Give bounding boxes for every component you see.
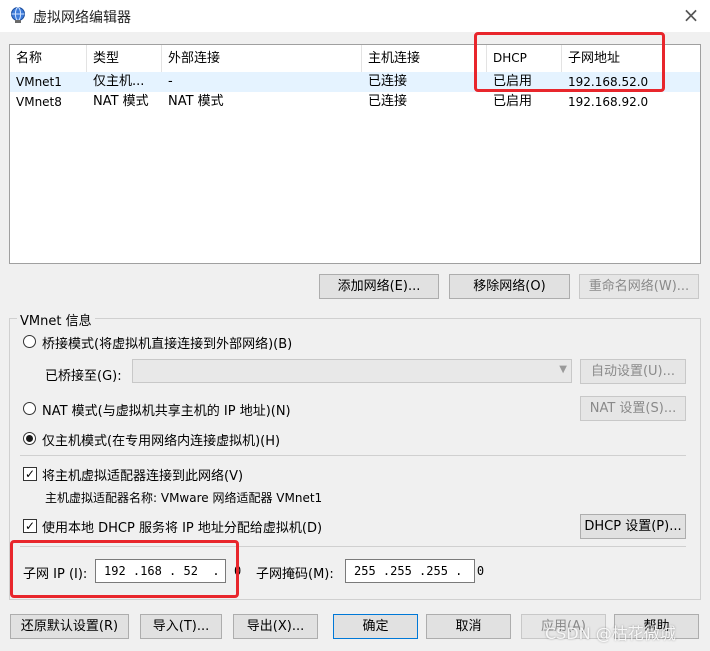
column-header-type[interactable]: 类型	[87, 45, 162, 72]
divider	[20, 455, 686, 456]
connect-adapter-checkbox[interactable]: ✓	[23, 467, 37, 481]
dhcp-checkbox[interactable]: ✓	[23, 519, 37, 533]
host-only-mode-radio[interactable]	[23, 432, 36, 445]
cancel-button[interactable]: 取消	[426, 614, 511, 639]
host-only-mode-label[interactable]: 仅主机模式(在专用网络内连接虚拟机)(H)	[42, 430, 280, 449]
remove-network-button[interactable]: 移除网络(O)	[449, 274, 570, 299]
table-row[interactable]: VMnet8 NAT 模式 NAT 模式 已连接 已启用 192.168.92.…	[10, 92, 700, 112]
ok-button[interactable]: 确定	[333, 614, 418, 639]
column-header-host[interactable]: 主机连接	[362, 45, 487, 72]
cell-external: NAT 模式	[168, 94, 224, 109]
cell-type: 仅主机...	[93, 74, 145, 89]
cell-external: -	[168, 74, 173, 89]
dhcp-settings-button[interactable]: DHCP 设置(P)...	[580, 514, 686, 539]
bridged-to-label: 已桥接至(G):	[45, 369, 122, 384]
add-network-button[interactable]: 添加网络(E)...	[319, 274, 439, 299]
chevron-down-icon: ▼	[559, 364, 567, 375]
subnet-mask-label: 子网掩码(M):	[256, 567, 334, 582]
rename-network-button[interactable]: 重命名网络(W)...	[579, 274, 699, 299]
connect-adapter-label[interactable]: 将主机虚拟适配器连接到此网络(V)	[42, 465, 243, 484]
cell-name: VMnet8	[16, 95, 62, 109]
nat-settings-button[interactable]: NAT 设置(S)...	[580, 396, 686, 421]
nat-mode-label[interactable]: NAT 模式(与虚拟机共享主机的 IP 地址)(N)	[42, 400, 291, 419]
restore-defaults-button[interactable]: 还原默认设置(R)	[10, 614, 129, 639]
adapter-name-label: 主机虚拟适配器名称: VMware 网络适配器 VMnet1	[45, 491, 323, 505]
vmnet-info-label: VMnet 信息	[17, 310, 95, 329]
dhcp-label[interactable]: 使用本地 DHCP 服务将 IP 地址分配给虚拟机(D)	[42, 517, 322, 536]
cell-type: NAT 模式	[93, 94, 149, 109]
window-title: 虚拟网络编辑器	[33, 10, 131, 26]
column-header-name[interactable]: 名称	[10, 45, 87, 72]
auto-settings-button[interactable]: 自动设置(U)...	[580, 359, 686, 384]
nat-mode-radio[interactable]	[23, 402, 36, 415]
cell-dhcp: 已启用	[493, 94, 533, 109]
cell-subnet: 192.168.92.0	[568, 95, 649, 109]
highlight-dhcp-subnet	[474, 32, 665, 92]
bridged-mode-label[interactable]: 桥接模式(将虚拟机直接连接到外部网络)(B)	[42, 333, 292, 352]
export-button[interactable]: 导出(X)...	[233, 614, 318, 639]
highlight-subnet-ip	[10, 540, 239, 598]
cell-host: 已连接	[368, 74, 408, 89]
cell-name: VMnet1	[16, 75, 62, 89]
subnet-mask-input[interactable]: 255 .255 .255 . 0	[345, 559, 484, 583]
bridged-to-select[interactable]: ▼	[132, 359, 572, 383]
import-button[interactable]: 导入(T)...	[140, 614, 222, 639]
close-icon[interactable]: ×	[680, 4, 702, 26]
watermark: CSDN @枯花微城	[545, 624, 676, 643]
column-header-external[interactable]: 外部连接	[162, 45, 362, 72]
network-globe-icon	[9, 6, 27, 24]
cell-host: 已连接	[368, 94, 408, 109]
bridged-mode-radio[interactable]	[23, 335, 36, 348]
